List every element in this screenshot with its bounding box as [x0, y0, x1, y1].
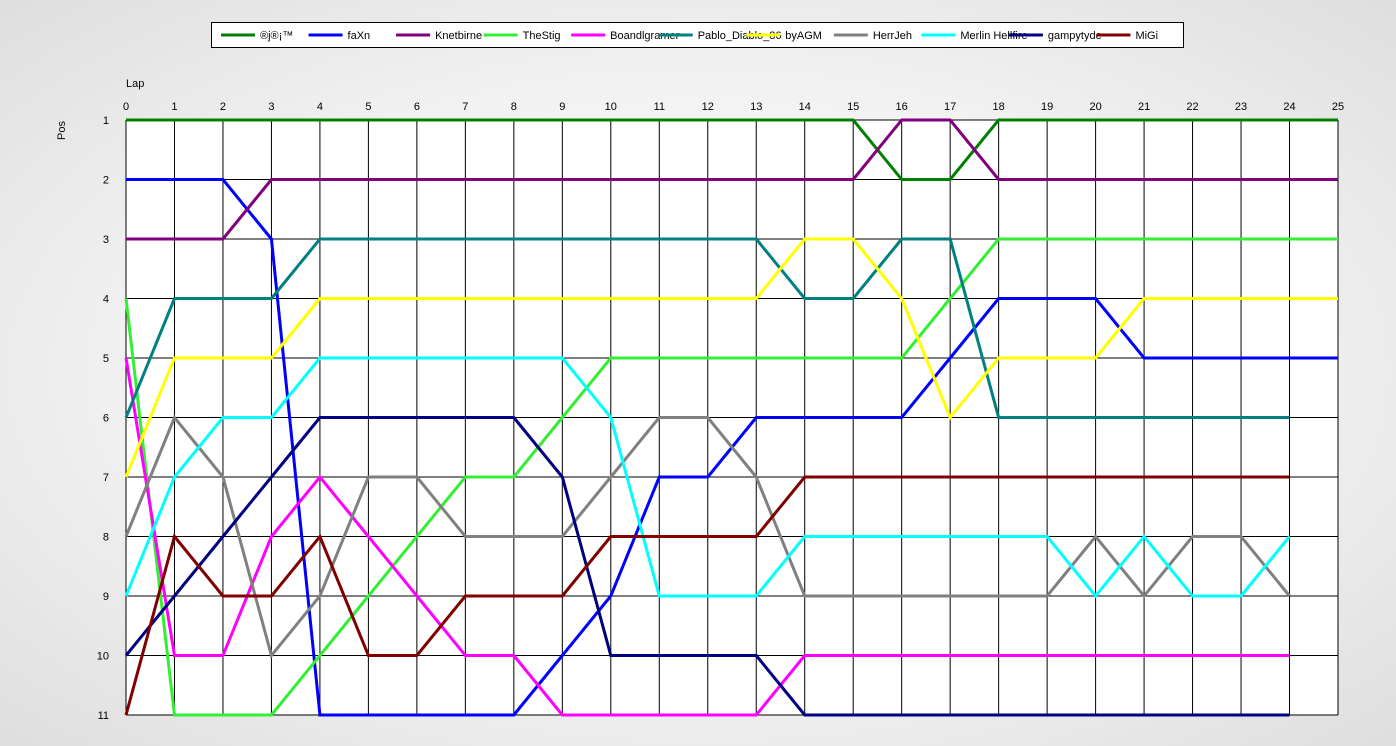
x-tick-label: 1	[171, 101, 177, 113]
x-tick-label: 7	[462, 101, 468, 113]
x-tick-label: 21	[1138, 101, 1150, 113]
legend-entry: faXn	[348, 30, 371, 42]
legend-entry: byAGM	[785, 30, 822, 42]
x-tick-label: 22	[1186, 101, 1198, 113]
x-tick-label: 5	[365, 101, 371, 113]
x-tick-label: 8	[511, 101, 517, 113]
race-position-chart: ®j®¡™ faXn Knetbirne TheStig Boandlgramer Pab…	[56, 22, 1344, 722]
x-tick-label: 16	[896, 101, 908, 113]
y-tick-labels: 1 2 3 4 5 6 7 8 9 10 11	[97, 115, 109, 722]
x-tick-label: 19	[1041, 101, 1053, 113]
y-axis-label: Pos	[56, 121, 68, 140]
y-tick-label: 4	[103, 294, 109, 306]
y-tick-label: 1	[103, 115, 109, 127]
legend-entry: gampytyde	[1048, 30, 1102, 42]
legend: ®j®¡™ faXn Knetbirne TheStig Boandlgramer Pab…	[211, 22, 1184, 48]
x-tick-label: 0	[123, 101, 129, 113]
y-tick-label: 11	[98, 710, 109, 722]
legend-entry: HerrJeh	[873, 30, 912, 42]
x-tick-label: 15	[847, 101, 859, 113]
y-tick-label: 9	[103, 591, 109, 603]
x-tick-label: 25	[1332, 101, 1344, 113]
legend-entry: ®j®¡™	[260, 30, 293, 42]
x-tick-label: 9	[559, 101, 565, 113]
x-tick-label: 3	[268, 101, 274, 113]
x-tick-label: 14	[799, 101, 811, 113]
x-tick-label: 4	[317, 101, 323, 113]
x-tick-label: 18	[993, 101, 1005, 113]
y-tick-label: 6	[103, 413, 109, 425]
y-tick-label: 5	[103, 353, 109, 365]
y-tick-label: 2	[103, 175, 109, 187]
x-axis-label: Lap	[126, 78, 144, 90]
x-tick-labels: 0 1 2 3 4 5 6 7 8 9 10 11 12 13 14 15 16 17 18 19 20 21 22 23 24…	[123, 101, 1344, 113]
legend-entry: Knetbirne	[435, 30, 482, 42]
y-tick-label: 10	[97, 651, 109, 663]
y-tick-label: 8	[103, 532, 109, 544]
x-tick-label: 20	[1089, 101, 1101, 113]
y-tick-label: 7	[103, 472, 109, 484]
x-tick-label: 12	[702, 101, 714, 113]
legend-entry: MiGi	[1135, 30, 1158, 42]
x-tick-label: 11	[654, 101, 665, 113]
x-tick-label: 23	[1235, 101, 1247, 113]
x-tick-label: 13	[750, 101, 762, 113]
x-tick-label: 17	[944, 101, 956, 113]
legend-entry: TheStig	[523, 30, 561, 42]
y-tick-label: 3	[103, 234, 109, 246]
x-tick-label: 2	[220, 101, 226, 113]
x-tick-label: 6	[414, 101, 420, 113]
x-tick-label: 24	[1283, 101, 1295, 113]
x-tick-label: 10	[605, 101, 617, 113]
